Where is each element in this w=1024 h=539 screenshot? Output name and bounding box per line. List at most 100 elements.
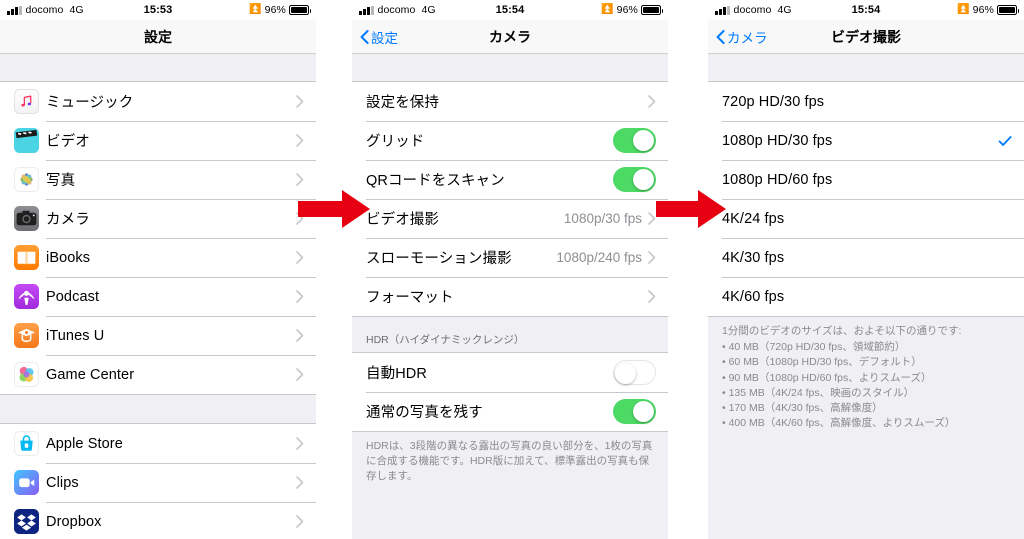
settings-table[interactable]: ミュージック ビデオ 写真 カメラ iBooks Podcast iTunes …: [0, 54, 316, 539]
scan-qr-toggle[interactable]: [613, 167, 656, 192]
option-label: 4K/30 fps: [722, 249, 785, 266]
signal-bars-icon: [359, 5, 374, 15]
footer-bullet: • 40 MB（720p HD/30 fps、領域節約）: [722, 341, 906, 354]
checkmark-icon: [998, 135, 1012, 146]
sidebar-item-apple-store[interactable]: Apple Store: [0, 424, 316, 463]
camera-settings-table[interactable]: 設定を保持 グリッド QRコードをスキャン ビデオ撮影 1080p/30 fps: [352, 54, 668, 539]
battery-full-icon: [641, 5, 663, 15]
option-4k-60[interactable]: 4K/60 fps: [708, 277, 1024, 316]
grid-toggle[interactable]: [613, 128, 656, 153]
row-formats[interactable]: フォーマット: [352, 277, 668, 316]
sidebar-item-label: iBooks: [46, 249, 91, 266]
footer-intro: 1分間のビデオのサイズは、およそ以下の通りです:: [722, 325, 962, 337]
row-grid[interactable]: グリッド: [352, 121, 668, 160]
sidebar-item-game-center[interactable]: Game Center: [0, 355, 316, 394]
sidebar-item-dropbox[interactable]: Dropbox: [0, 502, 316, 539]
row-scan-qr-code[interactable]: QRコードをスキャン: [352, 160, 668, 199]
sidebar-item-camera[interactable]: カメラ: [0, 199, 316, 238]
dropbox-app-icon: [14, 509, 39, 534]
footer-bullet-list: • 40 MB（720p HD/30 fps、領域節約） • 60 MB（108…: [722, 340, 1010, 431]
sidebar-item-itunes-u[interactable]: iTunes U: [0, 316, 316, 355]
option-1080p-60[interactable]: 1080p HD/60 fps: [708, 160, 1024, 199]
auto-hdr-toggle[interactable]: [613, 360, 656, 385]
row-label: フォーマット: [366, 290, 454, 306]
option-1080p-30[interactable]: 1080p HD/30 fps: [708, 121, 1024, 160]
row-label: グリッド: [366, 134, 425, 150]
keep-normal-photo-toggle[interactable]: [613, 399, 656, 424]
settings-group-apple-apps: ミュージック ビデオ 写真 カメラ iBooks Podcast iTunes …: [0, 81, 316, 395]
back-button-label: カメラ: [727, 30, 768, 46]
back-button[interactable]: 設定: [360, 27, 398, 47]
carrier-label: docomo: [377, 4, 416, 16]
chevron-right-icon: [296, 290, 304, 303]
row-keep-normal-photo[interactable]: 通常の写真を残す: [352, 392, 668, 431]
option-720p-30[interactable]: 720p HD/30 fps: [708, 82, 1024, 121]
sidebar-item-ibooks[interactable]: iBooks: [0, 238, 316, 277]
chevron-right-icon: [648, 95, 656, 108]
row-value: 1080p/240 fps: [556, 250, 642, 265]
chevron-right-icon: [296, 95, 304, 108]
signal-bars-icon: [715, 5, 730, 15]
battery-full-icon: [289, 5, 311, 15]
status-bar-right: ⏫ 96%: [249, 4, 311, 16]
carrier-label: docomo: [733, 4, 772, 16]
sidebar-item-music[interactable]: ミュージック: [0, 82, 316, 121]
phone-screen-settings: docomo 4G 15:53 ⏫ 96% 設定 ミュージック ビデオ 写真 カ…: [0, 0, 316, 539]
status-bar: docomo 4G 15:54 ⏫ 96%: [352, 0, 668, 20]
battery-percent-label: 96%: [616, 4, 638, 16]
status-bar-right: ⏫ 96%: [601, 4, 663, 16]
row-record-video[interactable]: ビデオ撮影 1080p/30 fps: [352, 199, 668, 238]
battery-percent-label: 96%: [972, 4, 994, 16]
battery-percent-label: 96%: [264, 4, 286, 16]
sidebar-item-photos[interactable]: 写真: [0, 160, 316, 199]
section-header-hdr: HDR（ハイダイナミックレンジ）: [352, 317, 668, 352]
back-button[interactable]: カメラ: [716, 27, 768, 47]
record-video-table[interactable]: 720p HD/30 fps 1080p HD/30 fps 1080p HD/…: [708, 54, 1024, 539]
sidebar-item-label: カメラ: [46, 212, 90, 228]
game-center-app-icon: [14, 362, 39, 387]
chevron-right-icon: [296, 173, 304, 186]
table-top-gap: [352, 54, 668, 81]
nav-bar-camera: 設定 カメラ: [352, 20, 668, 54]
camera-app-icon: [14, 206, 39, 231]
row-value: 1080p/30 fps: [563, 211, 642, 226]
toggle-knob: [633, 130, 654, 151]
row-keep-settings[interactable]: 設定を保持: [352, 82, 668, 121]
video-resolution-options-group: 720p HD/30 fps 1080p HD/30 fps 1080p HD/…: [708, 81, 1024, 317]
option-label: 1080p HD/30 fps: [722, 132, 833, 149]
option-4k-24[interactable]: 4K/24 fps: [708, 199, 1024, 238]
toggle-knob: [633, 169, 654, 190]
option-label: 4K/24 fps: [722, 210, 785, 227]
page-title: カメラ: [489, 28, 531, 45]
chevron-right-icon: [296, 437, 304, 450]
footer-bullet: • 60 MB（1080p HD/30 fps、デフォルト）: [722, 356, 922, 369]
videos-app-icon: [14, 128, 39, 153]
hdr-settings-group: 自動HDR 通常の写真を残す: [352, 352, 668, 432]
sidebar-item-clips[interactable]: Clips: [0, 463, 316, 502]
row-label: QRコードをスキャン: [366, 173, 505, 189]
row-auto-hdr[interactable]: 自動HDR: [352, 353, 668, 392]
chevron-right-icon: [296, 368, 304, 381]
nav-bar-settings: 設定: [0, 20, 316, 54]
bluetooth-icon: ⏫: [957, 4, 970, 15]
chevron-left-icon: [360, 29, 369, 44]
phone-screen-record-video: docomo 4G 15:54 ⏫ 96% カメラ ビデオ撮影 720p HD/…: [708, 0, 1024, 539]
row-record-slo-mo[interactable]: スローモーション撮影 1080p/240 fps: [352, 238, 668, 277]
row-label: スローモーション撮影: [366, 251, 512, 267]
table-top-gap: [0, 54, 316, 81]
chevron-right-icon: [296, 476, 304, 489]
bluetooth-icon: ⏫: [249, 4, 262, 15]
sidebar-item-videos[interactable]: ビデオ: [0, 121, 316, 160]
chevron-left-icon: [716, 29, 725, 44]
apple-store-app-icon: [14, 431, 39, 456]
network-type-label: 4G: [421, 4, 436, 16]
option-4k-30[interactable]: 4K/30 fps: [708, 238, 1024, 277]
battery-full-icon: [997, 5, 1019, 15]
sidebar-item-podcast[interactable]: Podcast: [0, 277, 316, 316]
network-type-label: 4G: [69, 4, 84, 16]
option-label: 720p HD/30 fps: [722, 93, 825, 110]
podcasts-app-icon: [14, 284, 39, 309]
photos-app-icon: [14, 167, 39, 192]
chevron-right-icon: [648, 290, 656, 303]
sidebar-item-label: iTunes U: [46, 327, 105, 344]
